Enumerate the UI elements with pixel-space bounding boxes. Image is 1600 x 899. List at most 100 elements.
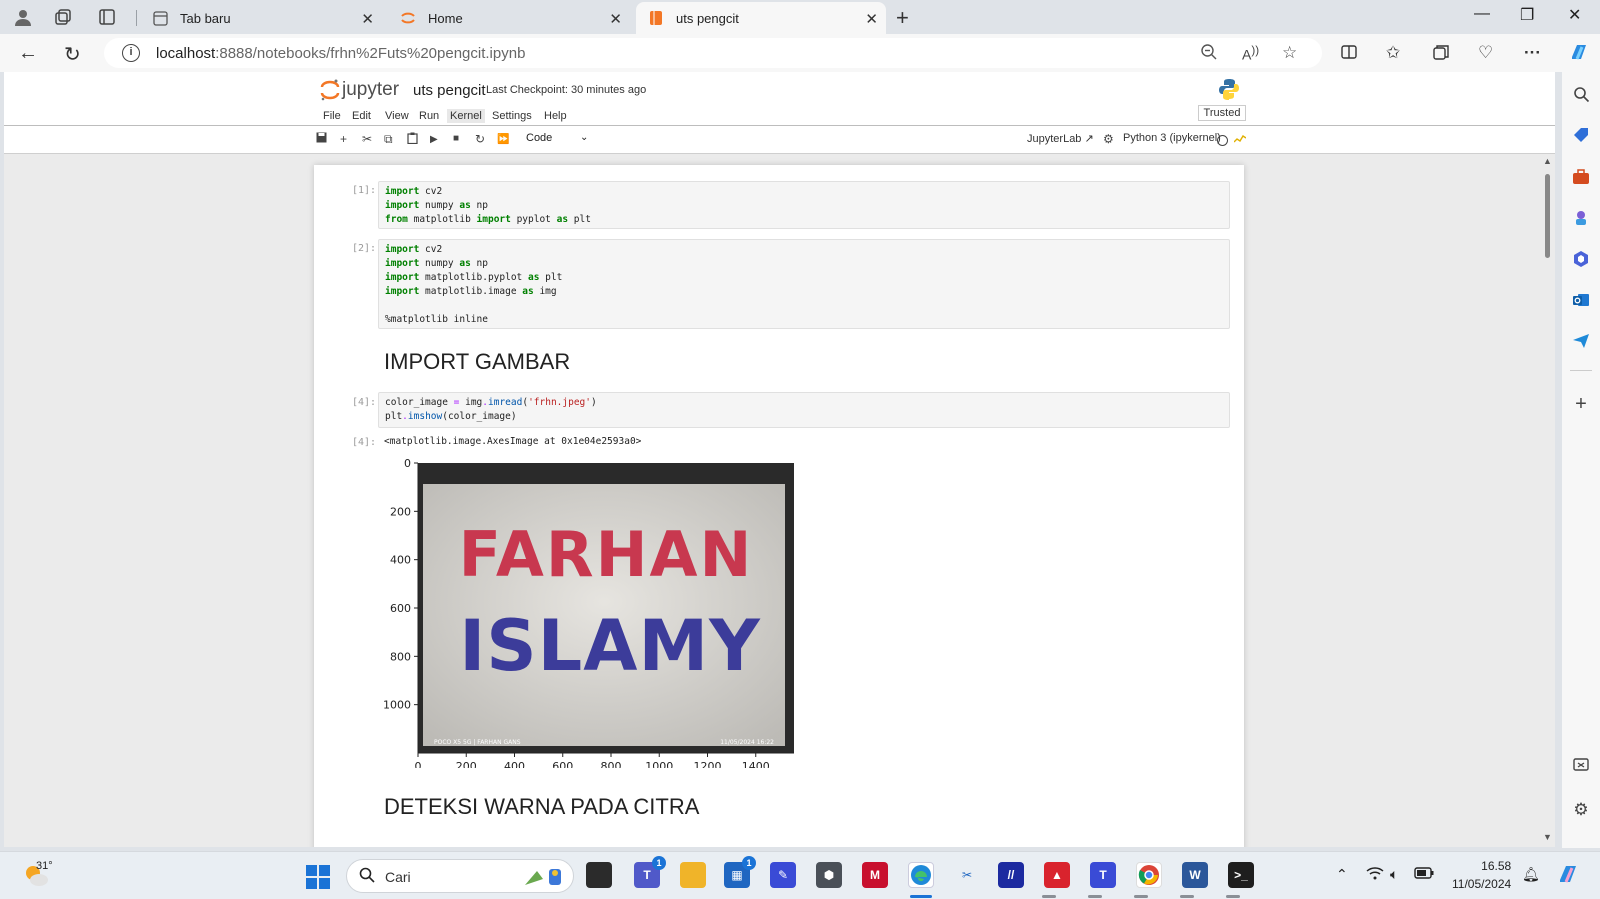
start-button[interactable] (306, 865, 330, 889)
shopping-tag-icon[interactable] (1571, 125, 1591, 145)
cut-icon[interactable]: ✂ (362, 132, 372, 146)
fast-forward-icon[interactable]: ⏩ (497, 134, 509, 145)
tab-label: uts pengcit (676, 10, 739, 26)
cell-type-value: Code (526, 132, 553, 144)
teams-badge: 1 (652, 856, 666, 870)
search-icon[interactable] (1571, 84, 1591, 104)
menu-view[interactable]: View (382, 109, 412, 123)
scroll-up-arrow[interactable]: ▲ (1543, 156, 1552, 166)
new-tab-button[interactable]: + (896, 5, 909, 31)
tab-home[interactable]: Home ✕ (388, 2, 630, 34)
mcafee-icon[interactable]: M (862, 862, 888, 888)
run-icon[interactable]: ▶ (430, 134, 438, 145)
imshow-plot: FARHAN ISLAMY POCO X5 5G | FARHAN GANS 1… (383, 457, 794, 768)
task-view-icon[interactable] (586, 862, 612, 888)
weather-temp: 31° (36, 860, 53, 872)
menu-settings[interactable]: Settings (489, 109, 535, 123)
editor-app-icon[interactable]: // (998, 862, 1024, 888)
games-icon[interactable] (1571, 208, 1591, 228)
system-clock[interactable]: 16.58 11/05/2024 (1452, 857, 1511, 893)
microsoft-365-icon[interactable] (1571, 249, 1591, 269)
teams-new-icon[interactable]: T (1090, 862, 1116, 888)
battery-icon[interactable] (1414, 866, 1434, 882)
menu-edit[interactable]: Edit (349, 109, 374, 123)
close-icon[interactable]: ✕ (361, 10, 374, 28)
settings-gear-icon[interactable]: ⚙ (1571, 800, 1591, 820)
minimize-button[interactable]: — (1474, 5, 1490, 23)
close-icon[interactable]: ✕ (609, 10, 622, 28)
workspaces-icon[interactable] (52, 6, 74, 28)
paste-icon[interactable] (407, 132, 418, 147)
edge-icon[interactable] (908, 862, 934, 888)
close-window-button[interactable]: ✕ (1568, 5, 1581, 25)
scrollbar-thumb[interactable] (1545, 174, 1550, 258)
snipping-tool-icon[interactable]: ✂ (954, 862, 980, 888)
tools-icon[interactable] (1571, 167, 1591, 187)
back-button[interactable]: ← (18, 42, 38, 65)
menu-file[interactable]: File (320, 109, 344, 123)
zoom-icon[interactable] (1200, 43, 1218, 66)
screenshot-icon[interactable] (1571, 755, 1591, 775)
url-text[interactable]: localhost:8888/notebooks/frhn%2Futs%20pe… (156, 45, 525, 62)
copy-icon[interactable]: ⧉ (384, 132, 393, 147)
wifi-icon[interactable] (1366, 866, 1384, 883)
shield-app-icon[interactable]: ⬢ (816, 862, 842, 888)
favorites-icon[interactable]: ✩ (1386, 43, 1400, 63)
code-cell-2[interactable]: import cv2 import numpy as np import mat… (378, 239, 1230, 329)
microsoft-store-icon[interactable]: ▦ 1 (724, 856, 756, 888)
add-cell-icon[interactable]: + (340, 132, 347, 146)
notification-bell-icon[interactable]: 🔔︎ (1522, 866, 1540, 883)
chrome-icon[interactable] (1136, 862, 1162, 888)
split-screen-icon[interactable] (1340, 43, 1358, 66)
profile-icon[interactable] (12, 6, 34, 28)
browser-essentials-icon[interactable]: ♡ (1478, 43, 1493, 63)
code-cell-4[interactable]: color_image = img.imread('frhn.jpeg') pl… (378, 392, 1230, 428)
volume-icon[interactable]: 🔈︎ (1390, 866, 1398, 883)
jupyter-logo-icon (320, 79, 340, 101)
pdf-reader-icon[interactable]: ▲ (1044, 862, 1070, 888)
read-aloud-icon[interactable]: A)) (1242, 44, 1259, 63)
teams-icon[interactable]: T1 (634, 856, 666, 888)
jupyterlab-link[interactable]: JupyterLab ↗ (1027, 132, 1094, 145)
tab-tab-baru[interactable]: Tab baru ✕ (140, 2, 382, 34)
menu-run[interactable]: Run (416, 109, 442, 123)
address-bar[interactable]: i localhost:8888/notebooks/frhn%2Futs%20… (104, 38, 1322, 68)
collections-icon[interactable] (1432, 43, 1450, 66)
outlook-icon[interactable] (1571, 290, 1591, 310)
word-icon[interactable]: W (1182, 862, 1208, 888)
add-sidebar-app-icon[interactable]: + (1571, 393, 1591, 415)
kernel-name[interactable]: Python 3 (ipykernel) (1123, 132, 1221, 144)
taskbar-search[interactable]: Cari (346, 859, 574, 893)
stop-icon[interactable]: ■ (453, 133, 459, 144)
file-explorer-icon[interactable] (680, 862, 706, 888)
refresh-button[interactable]: ↻ (64, 42, 81, 67)
store-badge: 1 (742, 856, 756, 870)
notebook-title[interactable]: uts pengcit (413, 82, 486, 99)
menu-help[interactable]: Help (541, 109, 570, 123)
y-tick-label: 600 (390, 602, 411, 615)
copilot-icon[interactable] (1568, 41, 1590, 68)
menu-kernel[interactable]: Kernel (447, 109, 485, 123)
restart-icon[interactable]: ↻ (475, 132, 485, 146)
terminal-icon[interactable]: >_ (1228, 862, 1254, 888)
scroll-down-arrow[interactable]: ▼ (1543, 832, 1552, 842)
cell-type-select[interactable]: Code ⌄ (526, 132, 588, 144)
more-menu-icon[interactable]: ··· (1524, 43, 1541, 63)
page-scrollbar[interactable]: ▲ ▼ (1540, 156, 1554, 842)
gear-icon[interactable]: ⚙ (1103, 132, 1114, 146)
pen-app-icon[interactable]: ✎ (770, 862, 796, 888)
restore-button[interactable]: ❐ (1520, 5, 1534, 25)
close-icon[interactable]: ✕ (865, 10, 878, 28)
code-cell-1[interactable]: import cv2 import numpy as np from matpl… (378, 181, 1230, 229)
weather-widget[interactable]: 31° (22, 860, 53, 891)
favorite-star-icon[interactable]: ☆ (1282, 43, 1297, 63)
tab-uts-pengcit[interactable]: uts pengcit ✕ (636, 2, 886, 34)
drop-send-icon[interactable] (1571, 331, 1591, 351)
url-host: localhost (156, 44, 216, 62)
jupyter-logo[interactable]: jupyter (320, 78, 399, 102)
site-info-icon[interactable]: i (122, 44, 140, 62)
copilot-taskbar-icon[interactable] (1556, 862, 1580, 889)
save-icon[interactable] (316, 132, 327, 146)
chevron-up-icon[interactable]: ⌃ (1336, 866, 1348, 883)
tab-actions-icon[interactable] (96, 6, 118, 28)
